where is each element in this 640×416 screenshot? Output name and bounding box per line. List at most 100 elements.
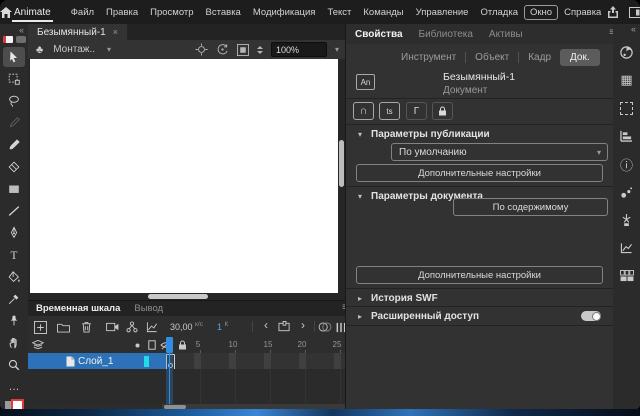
snap-lock-button[interactable] bbox=[432, 102, 453, 120]
current-frame-display[interactable]: 1 К bbox=[217, 321, 228, 332]
zoom-tool[interactable] bbox=[3, 355, 25, 375]
swf-history-header[interactable]: ▸ История SWF bbox=[346, 288, 613, 304]
add-camera-button[interactable] bbox=[104, 319, 120, 335]
layer-name-cell[interactable]: Слой_1 bbox=[28, 353, 166, 369]
layers-stack-icon[interactable] bbox=[32, 339, 44, 351]
transform-panel-icon[interactable] bbox=[617, 98, 637, 118]
playhead[interactable] bbox=[166, 337, 173, 353]
eraser-tool[interactable] bbox=[3, 157, 25, 177]
tab-output[interactable]: Вывод bbox=[134, 303, 163, 314]
cc-libraries-panel-icon[interactable] bbox=[617, 266, 637, 286]
clip-content-icon[interactable] bbox=[237, 44, 249, 56]
extended-access-header[interactable]: ▸ Расширенный доступ bbox=[346, 306, 613, 322]
menu-debug[interactable]: Отладка bbox=[474, 5, 524, 20]
tab-library[interactable]: Библиотека bbox=[419, 29, 473, 40]
subtab-frame[interactable]: Кадр bbox=[528, 52, 551, 63]
stage[interactable] bbox=[30, 59, 338, 293]
onion-skin-button[interactable] bbox=[317, 319, 333, 335]
line-tool[interactable] bbox=[3, 201, 25, 221]
document-tab-close-icon[interactable]: × bbox=[113, 27, 118, 37]
workspace-icon[interactable] bbox=[629, 7, 640, 18]
scene-icon[interactable]: ♣ bbox=[36, 44, 43, 56]
app-menu-animate[interactable]: Animate bbox=[12, 3, 53, 22]
step-back-button[interactable]: ‹ bbox=[258, 317, 274, 333]
rectangle-tool[interactable] bbox=[3, 179, 25, 199]
menu-window[interactable]: Окно bbox=[524, 5, 558, 20]
hand-tool[interactable] bbox=[3, 333, 25, 353]
swatches-panel-icon[interactable]: ▦ bbox=[617, 70, 637, 90]
match-contents-button[interactable]: По содержимому bbox=[453, 198, 608, 216]
home-icon[interactable] bbox=[0, 7, 12, 18]
pen-tool[interactable] bbox=[3, 223, 25, 243]
snap-ts-button[interactable]: ts bbox=[379, 102, 400, 120]
rotate-view-icon[interactable] bbox=[216, 43, 229, 56]
vertical-scroll-thumb[interactable] bbox=[339, 140, 344, 187]
menu-control[interactable]: Управление bbox=[410, 5, 475, 20]
publish-section-header[interactable]: ▾ Параметры публикации bbox=[346, 124, 613, 140]
tab-assets[interactable]: Активы bbox=[489, 29, 523, 40]
collapse-tools-icon[interactable]: « bbox=[19, 24, 28, 35]
center-frame-button[interactable] bbox=[276, 319, 292, 335]
horizontal-scroll-thumb[interactable] bbox=[148, 294, 208, 299]
collapse-dock-icon[interactable]: « bbox=[627, 24, 640, 34]
step-forward-button[interactable]: › bbox=[295, 317, 311, 333]
text-tool[interactable]: T bbox=[3, 245, 25, 265]
history-panel-icon[interactable] bbox=[617, 238, 637, 258]
asset-warp-tool[interactable] bbox=[3, 311, 25, 331]
vertical-scrollbar[interactable] bbox=[338, 59, 345, 293]
lock-layers-icon[interactable] bbox=[176, 339, 188, 351]
menu-help[interactable]: Справка bbox=[558, 5, 607, 20]
profile-select[interactable]: По умолчанию ▾ bbox=[391, 143, 608, 161]
selection-tool[interactable] bbox=[3, 47, 25, 67]
new-layer-button[interactable] bbox=[32, 319, 48, 335]
info-panel-icon[interactable]: ⓘ bbox=[617, 154, 637, 174]
free-transform-tool[interactable] bbox=[3, 69, 25, 89]
scene-name[interactable]: Монтаж.. bbox=[53, 44, 95, 55]
new-folder-button[interactable] bbox=[55, 319, 71, 335]
zoom-chevron-icon[interactable]: ▾ bbox=[335, 45, 339, 54]
timeline-empty-area[interactable] bbox=[28, 369, 345, 404]
zoom-stepper[interactable] bbox=[257, 46, 263, 54]
tab-timeline[interactable]: Временная шкала bbox=[36, 303, 120, 314]
highlight-layers-icon[interactable] bbox=[131, 339, 143, 351]
subtab-doc[interactable]: Док. bbox=[560, 49, 600, 66]
lasso-tool[interactable] bbox=[3, 91, 25, 111]
snap-magnet-button[interactable]: ∩ bbox=[353, 102, 374, 120]
menu-view[interactable]: Просмотр bbox=[144, 5, 199, 20]
subtab-object[interactable]: Объект bbox=[475, 52, 509, 63]
document-tab[interactable]: Безымянный-1 × bbox=[28, 24, 127, 40]
extended-access-toggle[interactable] bbox=[581, 311, 601, 321]
menu-text[interactable]: Текст bbox=[321, 5, 357, 20]
snap-corner-button[interactable]: Γ bbox=[406, 102, 427, 120]
menu-edit[interactable]: Правка bbox=[100, 5, 144, 20]
brushes-panel-icon[interactable] bbox=[617, 182, 637, 202]
share-icon[interactable] bbox=[607, 6, 619, 19]
layer-depth-button[interactable] bbox=[144, 319, 160, 335]
frame-rate-display[interactable]: 30,00 к/с bbox=[170, 321, 203, 332]
menu-commands[interactable]: Команды bbox=[357, 5, 409, 20]
frame-picker-panel-icon[interactable] bbox=[617, 210, 637, 230]
color-panel-icon[interactable] bbox=[617, 42, 637, 62]
scene-chevron-icon[interactable]: ▾ bbox=[107, 45, 111, 54]
layer-outline-color-swatch[interactable] bbox=[144, 356, 149, 367]
menu-insert[interactable]: Вставка bbox=[200, 5, 247, 20]
align-panel-icon[interactable] bbox=[617, 126, 637, 146]
subtab-tool[interactable]: Инструмент bbox=[401, 52, 456, 63]
tab-properties[interactable]: Свойства bbox=[355, 29, 403, 40]
zoom-level-select[interactable]: 100% bbox=[271, 42, 327, 57]
paint-bucket-tool[interactable] bbox=[3, 267, 25, 287]
eyedropper-tool[interactable] bbox=[3, 289, 25, 309]
publish-advanced-button[interactable]: Дополнительные настройки bbox=[356, 164, 603, 182]
horizontal-scrollbar[interactable] bbox=[28, 293, 345, 300]
layer-parenting-button[interactable] bbox=[124, 319, 140, 335]
menu-modify[interactable]: Модификация bbox=[247, 5, 322, 20]
center-stage-icon[interactable] bbox=[195, 43, 208, 56]
menu-file[interactable]: Файл bbox=[65, 5, 100, 20]
stroke-color-swatch[interactable] bbox=[11, 399, 24, 409]
doc-advanced-button[interactable]: Дополнительные настройки bbox=[356, 266, 603, 284]
fluid-brush-tool[interactable] bbox=[3, 113, 25, 133]
layer-row[interactable]: Слой_1 bbox=[28, 353, 345, 369]
classic-brush-tool[interactable] bbox=[3, 135, 25, 155]
delete-layer-button[interactable] bbox=[78, 319, 94, 335]
outline-layers-icon[interactable] bbox=[146, 339, 158, 351]
